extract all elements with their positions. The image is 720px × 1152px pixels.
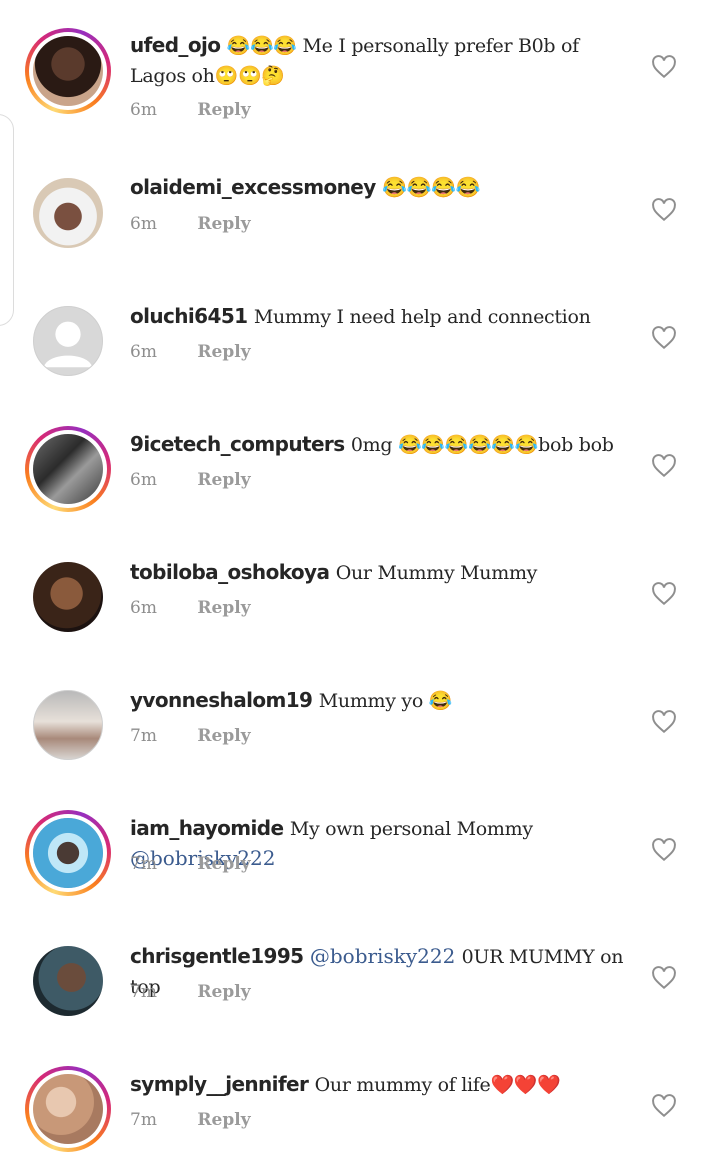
comment-time: 6m [130, 342, 157, 362]
comment-username[interactable]: symply__jennifer [130, 1072, 309, 1096]
reply-button[interactable]: Reply [197, 598, 250, 618]
reply-button[interactable]: Reply [197, 470, 250, 490]
comment-username[interactable]: oluchi6451 [130, 304, 248, 328]
heart-outline-icon[interactable] [651, 326, 677, 350]
comment-username[interactable]: ufed_ojo [130, 33, 221, 57]
comment-time: 7m [130, 854, 157, 874]
comment-time: 6m [130, 214, 157, 234]
comment-text: 0mg 😂😂😂😂😂😂bob bob [350, 434, 614, 456]
comment-time: 6m [130, 598, 157, 618]
comment-text: Our mummy of life❤️❤️❤️ [314, 1074, 561, 1096]
heart-outline-icon[interactable] [651, 838, 677, 862]
reply-button[interactable]: Reply [197, 1110, 250, 1130]
heart-outline-icon[interactable] [651, 1094, 677, 1118]
comment-username[interactable]: olaidemi_excessmoney [130, 175, 376, 199]
heart-outline-icon[interactable] [651, 582, 677, 606]
comment-text: Our Mummy Mummy [335, 562, 538, 584]
default-avatar-icon [43, 321, 93, 368]
avatar[interactable] [25, 426, 111, 512]
heart-outline-icon[interactable] [651, 454, 677, 478]
heart-outline-icon[interactable] [651, 710, 677, 734]
avatar[interactable] [25, 170, 111, 256]
comment-mention-link[interactable]: @bobrisky222 [310, 944, 455, 968]
comment-username[interactable]: yvonneshalom19 [130, 688, 313, 712]
avatar[interactable] [25, 298, 111, 384]
avatar[interactable] [25, 1066, 111, 1152]
avatar[interactable] [25, 938, 111, 1024]
avatar[interactable] [25, 682, 111, 768]
avatar[interactable] [25, 554, 111, 640]
comment-username[interactable]: chrisgentle1995 [130, 944, 304, 968]
reply-button[interactable]: Reply [197, 214, 250, 234]
heart-outline-icon[interactable] [651, 966, 677, 990]
comment-text: My own personal Mommy [289, 818, 533, 840]
comment-time: 7m [130, 1110, 157, 1130]
comment-username[interactable]: tobiloba_oshokoya [130, 560, 330, 584]
comment-time: 7m [130, 726, 157, 746]
reply-button[interactable]: Reply [197, 342, 250, 362]
reply-button[interactable]: Reply [197, 854, 250, 874]
avatar[interactable] [25, 28, 111, 114]
comment-text: 😂😂😂😂 [382, 175, 481, 199]
reply-button[interactable]: Reply [197, 982, 250, 1002]
heart-outline-icon[interactable] [651, 55, 677, 79]
comment-text: Mummy I need help and connection [253, 306, 591, 328]
side-panel-edge [0, 114, 14, 326]
comment-time: 6m [130, 470, 157, 490]
comment-text: Mummy yo 😂 [318, 690, 453, 712]
reply-button[interactable]: Reply [197, 726, 250, 746]
avatar[interactable] [25, 810, 111, 896]
comment-username[interactable]: iam_hayomide [130, 816, 284, 840]
heart-outline-icon[interactable] [651, 198, 677, 222]
reply-button[interactable]: Reply [197, 100, 250, 120]
comment-time: 6m [130, 100, 157, 120]
comment-username[interactable]: 9icetech_computers [130, 432, 345, 456]
comment-time: 7m [130, 982, 157, 1002]
